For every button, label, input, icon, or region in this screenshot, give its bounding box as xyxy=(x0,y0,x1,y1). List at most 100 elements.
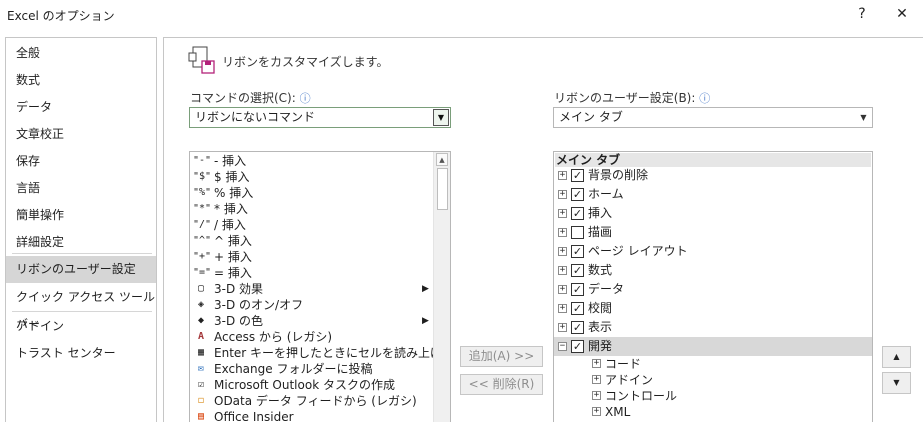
tree-item-label: 表示 xyxy=(588,320,613,334)
expand-icon[interactable]: + xyxy=(592,359,601,368)
expand-icon[interactable]: + xyxy=(558,323,567,332)
tree-item-tab-selected[interactable]: − ✓ 開発 xyxy=(554,337,872,356)
help-button[interactable]: ? xyxy=(850,3,874,25)
checkbox-checked-icon[interactable]: ✓ xyxy=(571,169,584,182)
nav-item-language[interactable]: 言語 xyxy=(6,175,156,202)
tree-item-tab[interactable]: + ✓ 表示 xyxy=(554,318,872,337)
commands-list[interactable]: "-" - 挿入 "$" $ 挿入 "%"% 挿入 "*" * 挿入 "/" / 挿入 … xyxy=(189,151,451,422)
nav-item-advanced[interactable]: 詳細設定 xyxy=(6,229,156,256)
tree-item-tab[interactable]: + ✓ ホーム xyxy=(554,185,872,204)
expand-icon[interactable]: + xyxy=(558,266,567,275)
list-item-label: + 挿入 xyxy=(214,250,252,264)
outlook-task-icon: ☑ xyxy=(197,379,205,390)
list-item-label: $ 挿入 xyxy=(214,170,250,184)
expand-icon[interactable]: + xyxy=(558,304,567,313)
nav-item-quick-access-toolbar[interactable]: クイック アクセス ツール バー xyxy=(6,284,156,331)
checkbox-checked-icon[interactable]: ✓ xyxy=(571,245,584,258)
nav-divider xyxy=(12,311,152,312)
ribbon-tree[interactable]: メイン タブ + ✓ 背景の削除 + ✓ ホーム + ✓ 挿入 + 描画 + ✓… xyxy=(553,151,873,422)
checkbox-checked-icon[interactable]: ✓ xyxy=(571,302,584,315)
title-bar: Excel のオプション ? ✕ xyxy=(0,0,923,30)
expand-icon[interactable]: + xyxy=(558,228,567,237)
expand-icon[interactable]: + xyxy=(592,391,601,400)
list-item[interactable]: ◆ 3-D の色 ▶ xyxy=(190,313,435,329)
customize-ribbon-label: リボンのユーザー設定(B): ⓘ xyxy=(554,89,710,106)
expand-icon[interactable]: + xyxy=(558,190,567,199)
quote-insert-icon: "*" xyxy=(193,203,212,214)
commands-scrollbar[interactable]: ▲ xyxy=(433,152,450,422)
tree-item-tab[interactable]: + ✓ 背景の削除 xyxy=(554,166,872,185)
remove-button[interactable]: << 削除(R) xyxy=(460,374,543,395)
nav-item-data[interactable]: データ xyxy=(6,94,156,121)
3d-color-icon: ◆ xyxy=(197,315,205,326)
checkbox-checked-icon[interactable]: ✓ xyxy=(571,207,584,220)
info-icon: ⓘ xyxy=(299,92,311,105)
odata-feed-icon: ◻ xyxy=(197,395,205,406)
window-title: Excel のオプション xyxy=(7,9,115,23)
expand-icon[interactable]: + xyxy=(558,209,567,218)
move-down-button[interactable]: ▼ xyxy=(882,372,911,394)
expand-icon[interactable]: + xyxy=(592,407,601,416)
move-up-button[interactable]: ▲ xyxy=(882,346,911,368)
customize-ribbon-select[interactable]: メイン タブ ▼ xyxy=(553,107,873,128)
customize-ribbon-label-text: リボンのユーザー設定(B): xyxy=(554,91,696,105)
tree-item-tab[interactable]: + 描画 xyxy=(554,223,872,242)
nav-item-proofing[interactable]: 文章校正 xyxy=(6,121,156,148)
expand-icon[interactable]: + xyxy=(558,285,567,294)
customize-ribbon-icon xyxy=(188,45,218,75)
checkbox-checked-icon[interactable]: ✓ xyxy=(571,264,584,277)
add-button[interactable]: 追加(A) >> xyxy=(460,346,543,367)
expand-icon[interactable]: + xyxy=(558,171,567,180)
chevron-down-icon[interactable]: ▼ xyxy=(855,108,872,127)
access-icon: A xyxy=(197,331,205,342)
expand-icon[interactable]: + xyxy=(592,375,601,384)
options-nav: 全般 数式 データ 文章校正 保存 言語 簡単操作 詳細設定 リボンのユーザー設… xyxy=(5,37,157,422)
nav-item-general[interactable]: 全般 xyxy=(6,40,156,67)
quote-insert-icon: "=" xyxy=(193,267,212,278)
checkbox-checked-icon[interactable]: ✓ xyxy=(571,188,584,201)
tree-item-tab[interactable]: + ✓ 数式 xyxy=(554,261,872,280)
tree-item-label: 開発 xyxy=(588,339,613,353)
arrow-up-icon: ▲ xyxy=(893,352,900,361)
nav-item-addins[interactable]: アドイン xyxy=(6,313,156,340)
choose-commands-label: コマンドの選択(C): ⓘ xyxy=(190,89,311,106)
scroll-thumb[interactable] xyxy=(437,168,448,210)
list-item-label: Access から (レガシ) xyxy=(214,330,333,344)
tree-item-tab[interactable]: + ✓ 挿入 xyxy=(554,204,872,223)
expand-icon[interactable]: + xyxy=(558,247,567,256)
quote-insert-icon: "%" xyxy=(193,187,212,198)
nav-item-formulas[interactable]: 数式 xyxy=(6,67,156,94)
tree-item-label: ホーム xyxy=(588,187,624,201)
choose-commands-select[interactable]: リボンにないコマンド ▼ xyxy=(189,107,451,128)
tree-item-group[interactable]: + XML xyxy=(554,404,872,420)
submenu-arrow-icon: ▶ xyxy=(422,284,429,294)
close-button[interactable]: ✕ xyxy=(890,3,914,25)
office-insider-icon: ▤ xyxy=(197,411,205,422)
tree-item-tab[interactable]: + ✓ データ xyxy=(554,280,872,299)
chevron-down-icon[interactable]: ▼ xyxy=(433,109,449,126)
tree-item-label: 描画 xyxy=(588,225,613,239)
nav-divider xyxy=(12,253,152,254)
list-item-label: % 挿入 xyxy=(214,186,254,200)
scroll-up-icon[interactable]: ▲ xyxy=(436,153,448,166)
collapse-icon[interactable]: − xyxy=(558,342,567,351)
nav-item-trust-center[interactable]: トラスト センター xyxy=(6,340,156,367)
nav-item-accessibility[interactable]: 簡単操作 xyxy=(6,202,156,229)
nav-item-customize-ribbon[interactable]: リボンのユーザー設定 xyxy=(6,256,156,283)
checkbox-unchecked-icon[interactable] xyxy=(571,226,584,239)
tree-item-group[interactable]: + コード xyxy=(554,356,872,372)
list-item-label: - 挿入 xyxy=(214,154,247,168)
tree-item-tab[interactable]: + ✓ ページ レイアウト xyxy=(554,242,872,261)
tree-item-group[interactable]: + コントロール xyxy=(554,388,872,404)
checkbox-checked-icon[interactable]: ✓ xyxy=(571,283,584,296)
checkbox-checked-icon[interactable]: ✓ xyxy=(571,340,584,353)
tree-item-label: アドイン xyxy=(605,373,654,387)
list-item-label: 3-D のオン/オフ xyxy=(214,298,304,312)
nav-item-save[interactable]: 保存 xyxy=(6,148,156,175)
checkbox-checked-icon[interactable]: ✓ xyxy=(571,321,584,334)
list-item[interactable]: ▢ 3-D 効果 ▶ xyxy=(190,281,435,297)
tree-item-tab[interactable]: + ✓ 校閲 xyxy=(554,299,872,318)
choose-commands-label-text: コマンドの選択(C): xyxy=(190,91,296,105)
tree-item-group[interactable]: + アドイン xyxy=(554,372,872,388)
quote-insert-icon: "$" xyxy=(193,171,212,182)
